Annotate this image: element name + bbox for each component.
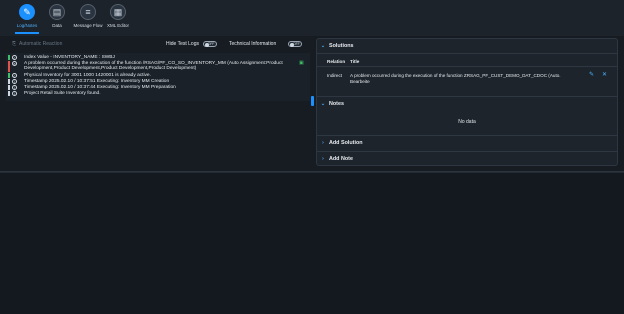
automatic-reaction-icon: ⎘ <box>12 41 17 47</box>
column-title: Title <box>350 59 360 64</box>
add-note-section[interactable]: › Add Note <box>317 152 617 166</box>
log-row[interactable]: i Project Retail Suite Inventory found. <box>6 91 310 96</box>
success-icon: ✓ <box>12 73 17 78</box>
status-bar <box>8 91 10 96</box>
edit-icon[interactable]: ✎ <box>589 71 594 78</box>
success-icon: ✓ <box>12 55 17 60</box>
status-bar <box>8 55 10 60</box>
solution-actions: ✎ ✕ <box>589 71 607 78</box>
automatic-reaction-button[interactable]: ⎘ Automatic Reaction <box>12 41 62 47</box>
delete-icon[interactable]: ✕ <box>602 71 607 78</box>
tab-xml-editor[interactable]: ▦ XML Editor <box>100 4 136 28</box>
solution-row[interactable]: Indirect A problem occurred during the e… <box>317 68 617 88</box>
xml-editor-icon: ▦ <box>110 4 126 20</box>
hide-test-logs-group: Hide Test Logs OFF <box>166 41 217 47</box>
top-toolbar: ✎ Log/Notes ▤ Data ≡ Message Flow ▦ XML … <box>0 0 624 36</box>
log-row-text: Timestamp 2025.02.10 / 10:37:51 Executin… <box>24 79 170 84</box>
log-row-text: Index Value - INVENTORY_NAME : SWBJ <box>24 55 115 60</box>
notes-empty-text: No data <box>458 119 476 125</box>
log-row[interactable]: ✕ A problem occurred during the executio… <box>6 60 310 72</box>
solution-relation: Indirect <box>327 73 343 78</box>
notes-section-header[interactable]: ⌄ Notes <box>317 97 617 111</box>
chevron-down-icon: ⌄ <box>320 101 326 107</box>
solutions-table-header: Relation Title <box>317 57 617 67</box>
log-row[interactable]: i Timestamp 2025.02.10 / 10:37:44 Execut… <box>6 85 310 90</box>
automatic-reaction-label: Automatic Reaction <box>19 41 63 47</box>
add-note-label: Add Note <box>329 156 353 162</box>
divider <box>0 172 624 173</box>
log-row[interactable]: ✓ Physical Inventory for 3001 1000 14200… <box>6 73 310 78</box>
status-bar <box>8 61 10 72</box>
log-row-text: Physical Inventory for 3001 1000 1420001… <box>24 73 151 78</box>
chevron-right-icon: › <box>322 140 324 146</box>
status-bar <box>8 85 10 90</box>
status-bar <box>8 79 10 84</box>
log-row-text: Project Retail Suite Inventory found. <box>24 91 101 96</box>
log-row-text: A problem occurred during the execution … <box>24 61 283 72</box>
error-icon: ✕ <box>12 61 17 66</box>
switch-knob <box>290 42 295 47</box>
log-row[interactable]: ✓ Index Value - INVENTORY_NAME : SWBJ <box>6 55 310 60</box>
notes-title: Notes <box>329 101 344 107</box>
status-bar <box>8 73 10 78</box>
data-icon: ▤ <box>49 4 65 20</box>
solutions-title: Solutions <box>329 43 354 49</box>
message-flow-icon: ≡ <box>80 4 96 20</box>
log-pane: ⎘ Automatic Reaction Hide Test Logs OFF … <box>6 38 310 102</box>
solutions-section-header[interactable]: ⌄ Solutions <box>317 39 617 53</box>
divider <box>317 53 617 54</box>
technical-info-label: Technical Information <box>229 41 277 47</box>
log-pane-header: ⎘ Automatic Reaction Hide Test Logs OFF … <box>6 38 310 52</box>
pane-splitter-handle[interactable] <box>311 96 314 106</box>
solutions-panel: ⌄ Solutions Relation Title Indirect A pr… <box>316 38 618 166</box>
add-solution-section[interactable]: › Add Solution <box>317 136 617 150</box>
switch-knob <box>204 42 209 47</box>
message-icon[interactable]: ▣ <box>299 60 305 66</box>
chevron-down-icon: ⌄ <box>320 43 326 49</box>
technical-info-group: Technical Information OFF <box>229 41 303 47</box>
hide-test-logs-switch[interactable]: OFF <box>202 41 217 47</box>
column-relation: Relation <box>327 59 346 64</box>
hide-test-logs-label: Hide Test Logs <box>166 41 199 47</box>
log-list: ✓ Index Value - INVENTORY_NAME : SWBJ ✕ … <box>6 53 310 101</box>
info-icon: i <box>12 79 17 84</box>
technical-info-switch[interactable]: OFF <box>288 41 303 47</box>
log-row-text: Timestamp 2025.02.10 / 10:37:44 Executin… <box>24 85 176 90</box>
log-notes-icon: ✎ <box>19 4 35 20</box>
log-row[interactable]: i Timestamp 2025.02.10 / 10:37:51 Execut… <box>6 79 310 84</box>
solution-title: A problem occurred during the execution … <box>350 73 561 84</box>
info-icon: i <box>12 85 17 90</box>
add-solution-label: Add Solution <box>329 140 363 146</box>
info-icon: i <box>12 91 17 96</box>
tab-xml-editor-label: XML Editor <box>106 23 130 28</box>
chevron-right-icon: › <box>322 156 324 162</box>
